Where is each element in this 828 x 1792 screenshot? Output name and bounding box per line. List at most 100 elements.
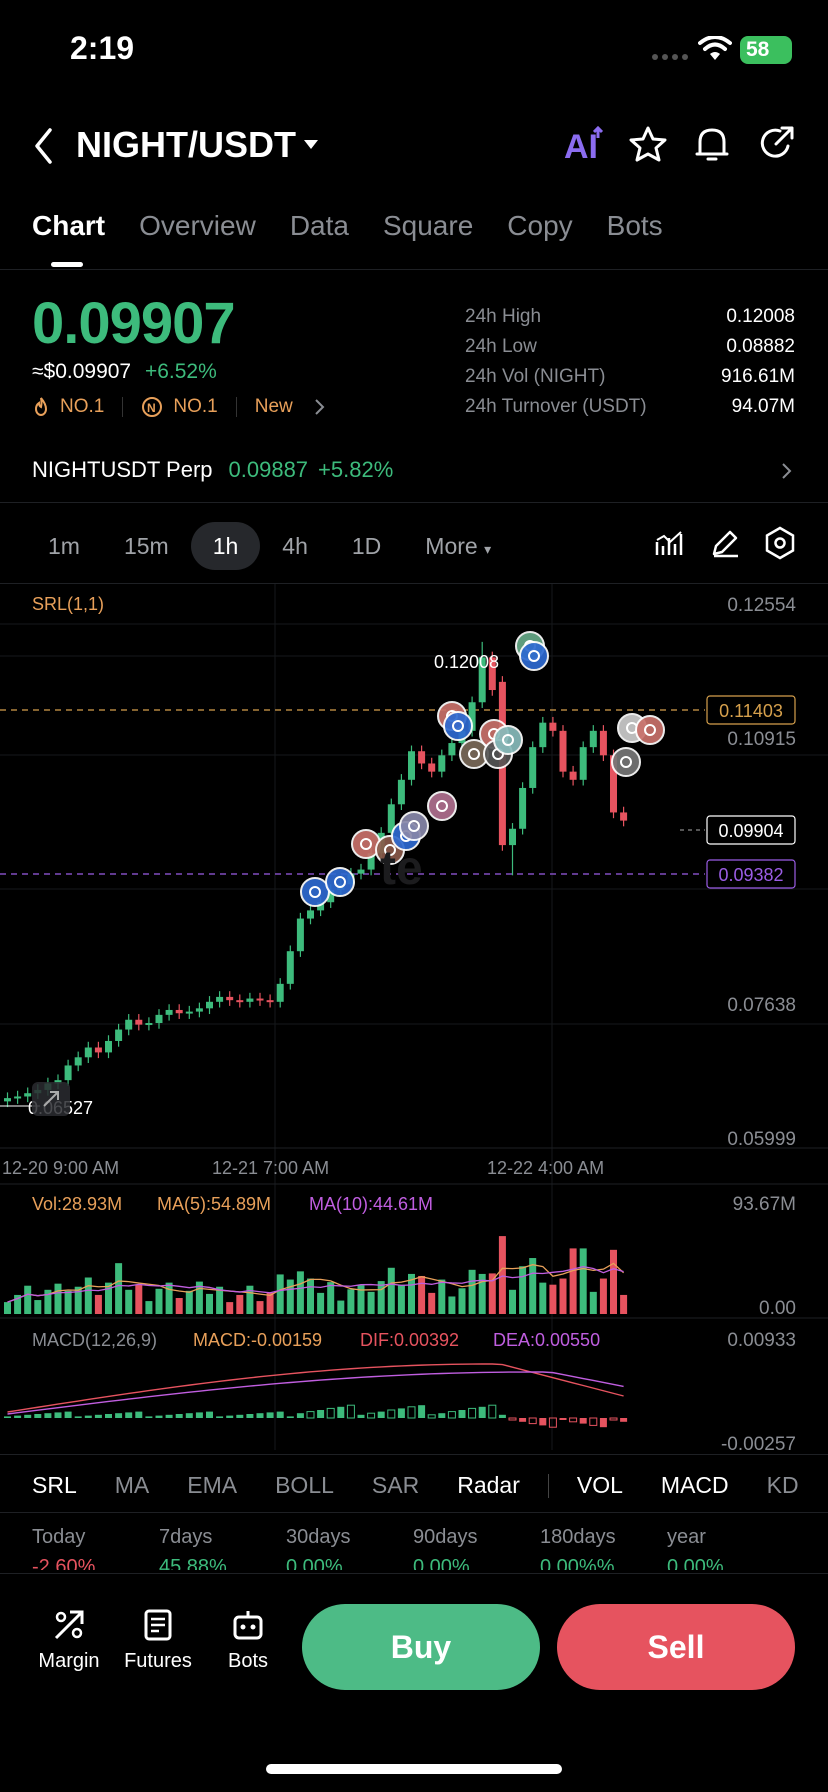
candle (276, 983, 284, 1002)
timeframe-1m[interactable]: 1m (26, 522, 102, 570)
timeframe-15m[interactable]: 15m (102, 522, 191, 570)
flame-icon (34, 397, 48, 416)
macd-bar (407, 1406, 416, 1419)
nav-futures[interactable]: Futures (123, 1608, 193, 1673)
y-tick: 0.05999 (727, 1129, 796, 1150)
candle (397, 779, 405, 805)
ai-icon[interactable]: AI (562, 126, 604, 162)
indicator-ema[interactable]: EMA (187, 1472, 237, 1499)
volume-bar (377, 1281, 385, 1314)
candle (448, 743, 456, 756)
tab-chart[interactable]: Chart (32, 210, 105, 242)
macd-bar (206, 1411, 213, 1418)
stat-low: 24h Low 0.08882 (465, 336, 795, 357)
srl-indicator-label: SRL(1,1) (32, 594, 104, 614)
volume-bar (620, 1294, 628, 1314)
volume-bar (145, 1301, 153, 1314)
ma5-label: MA(5):54.89M (157, 1194, 271, 1214)
candle (115, 1029, 123, 1041)
performance-labels: Today 7days 30days 90days 180days year (32, 1526, 794, 1549)
volume-bar (387, 1267, 395, 1314)
indicator-selector: SRL MA EMA BOLL SAR Radar VOL MACD KD (32, 1472, 799, 1499)
macd-bar (64, 1411, 72, 1418)
volume-bar (589, 1291, 597, 1314)
macd-bar (246, 1414, 254, 1418)
sell-button[interactable]: Sell (557, 1604, 795, 1690)
nav-margin[interactable]: Margin (34, 1608, 104, 1673)
candle (94, 1047, 102, 1053)
price-change: +6.52% (144, 360, 217, 383)
indicator-boll[interactable]: BOLL (275, 1472, 334, 1499)
rank-row[interactable]: NO.1 N NO.1 New (32, 396, 327, 418)
divider (0, 502, 828, 503)
indicator-srl[interactable]: SRL (32, 1472, 77, 1499)
indicator-radar[interactable]: Radar (457, 1472, 520, 1499)
dif-value: DIF:0.00392 (360, 1330, 459, 1350)
price-chart[interactable]: SRL(1,1) 0.12554 0.10915 0.07638 0.05999… (0, 584, 828, 1454)
perf-label: year (667, 1526, 706, 1548)
timeframe-more-label: More (425, 533, 478, 559)
macd-bar (94, 1414, 102, 1418)
timeframe-1d[interactable]: 1D (330, 522, 403, 570)
macd-bar (337, 1406, 345, 1418)
pair-title[interactable]: NIGHT/USDT (76, 124, 296, 166)
tab-bots[interactable]: Bots (607, 210, 663, 242)
candle (145, 1023, 153, 1026)
volume-bar (175, 1298, 183, 1314)
tab-copy[interactable]: Copy (507, 210, 572, 242)
timeframe-1h[interactable]: 1h (190, 522, 261, 570)
x-tick: 12-22 4:00 AM (487, 1158, 604, 1178)
performance-values: -2.60% 45.88% 0.00% 0.00% 0.00%% 0.00% (32, 1556, 794, 1570)
indicator-vol[interactable]: VOL (577, 1472, 623, 1499)
share-icon[interactable] (758, 124, 796, 162)
volume-bar (115, 1263, 123, 1314)
volume-bar (125, 1289, 133, 1314)
timeframe-more[interactable]: More ▾ (403, 522, 513, 570)
timeframe-4h[interactable]: 4h (260, 522, 330, 570)
volume-bar (337, 1300, 345, 1314)
pair-dropdown-icon[interactable] (302, 138, 320, 150)
buy-button[interactable]: Buy (302, 1604, 540, 1690)
perp-change: +5.82% (318, 457, 394, 482)
candle (135, 1019, 143, 1025)
tag-orange-value: 0.11403 (719, 701, 783, 721)
status-time: 2:19 (70, 30, 135, 66)
indicator-sar[interactable]: SAR (372, 1472, 419, 1499)
back-icon[interactable] (34, 128, 54, 164)
nav-margin-label: Margin (38, 1650, 100, 1672)
indicator-ma[interactable]: MA (115, 1472, 150, 1499)
trader-avatar (611, 747, 641, 777)
nav-bots[interactable]: Bots (213, 1608, 283, 1673)
indicator-kd[interactable]: KD (767, 1472, 799, 1499)
volume-bar (317, 1292, 325, 1314)
volume-bar (236, 1294, 244, 1314)
indicator-macd[interactable]: MACD (661, 1472, 729, 1499)
svg-text:AI: AI (564, 128, 598, 162)
volume-bar (94, 1294, 102, 1314)
macd-name: MACD(12,26,9) (32, 1330, 157, 1350)
tab-square[interactable]: Square (383, 210, 473, 242)
candle (64, 1065, 72, 1081)
macd-bar (478, 1406, 486, 1418)
volume-bar (428, 1292, 436, 1314)
candle (105, 1040, 112, 1053)
indicator-settings-icon[interactable] (654, 528, 684, 558)
stat-volume: 24h Vol (NIGHT) 916.61M (465, 366, 795, 387)
tab-overview[interactable]: Overview (139, 210, 256, 242)
bell-icon[interactable] (694, 124, 730, 164)
tab-data[interactable]: Data (290, 210, 349, 242)
volume-bar (529, 1258, 537, 1314)
high-marker: 0.12008 (434, 652, 499, 672)
macd-bar (599, 1418, 607, 1428)
candle (408, 751, 415, 780)
favorite-star-icon[interactable] (628, 125, 668, 163)
candle (418, 751, 426, 764)
macd-bar (569, 1417, 578, 1423)
candle (246, 998, 254, 1002)
chevron-right-icon[interactable] (780, 462, 794, 480)
perp-row[interactable]: NIGHTUSDT Perp 0.09887 +5.82% (32, 457, 393, 483)
chart-settings-icon[interactable] (764, 526, 796, 560)
home-indicator (266, 1764, 562, 1774)
macd-bar (175, 1414, 183, 1418)
draw-pencil-icon[interactable] (710, 528, 740, 558)
